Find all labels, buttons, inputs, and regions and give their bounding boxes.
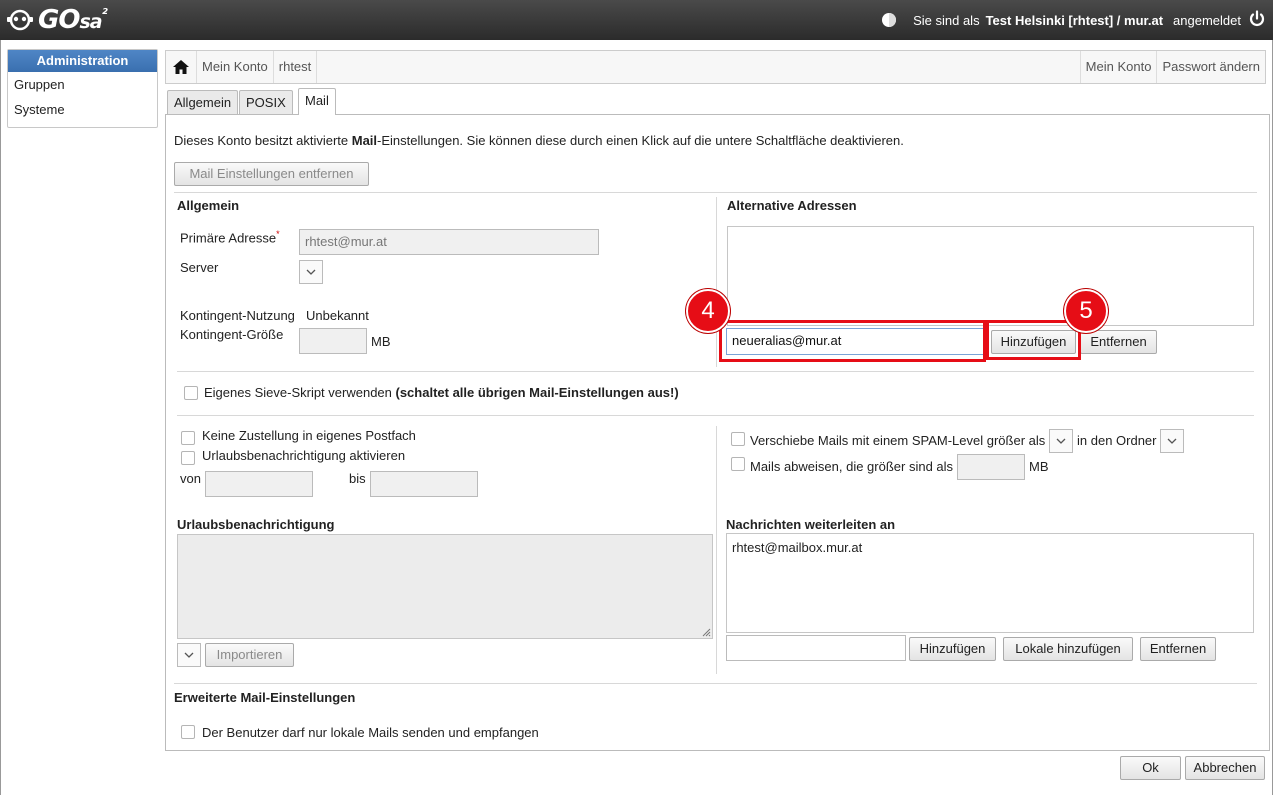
user-info: Sie sind als Test Helsinki [rhtest] / mu… [881, 12, 1241, 28]
add-local-forward-button[interactable]: Lokale hinzufügen [1003, 637, 1133, 661]
remove-alternative-button[interactable]: Entfernen [1080, 330, 1157, 354]
forward-address-input[interactable] [726, 635, 906, 661]
reject-size-checkbox[interactable] [731, 457, 745, 471]
forward-entry[interactable]: rhtest@mailbox.mur.at [732, 540, 862, 555]
chevron-down-icon [1167, 438, 1177, 444]
sidebar-title: Administration [8, 50, 157, 72]
cancel-button[interactable]: Abbrechen [1185, 756, 1265, 780]
forward-section-title: Nachrichten weiterleiten an [726, 517, 896, 532]
alternative-section-title: Alternative Adressen [727, 198, 857, 213]
no-delivery-label: Keine Zustellung in eigenes Postfach [202, 428, 416, 443]
home-button[interactable] [166, 51, 197, 83]
tab-allgemein[interactable]: Allgemein [167, 90, 239, 115]
sidebar: Administration Gruppen Systeme [7, 49, 158, 128]
intro-text: Dieses Konto besitzt aktivierte Mail-Ein… [174, 133, 904, 148]
quota-usage-value: Unbekannt [306, 308, 369, 323]
reject-size-label: Mails abweisen, die größer sind als [750, 459, 954, 474]
divider [174, 192, 1257, 193]
step-marker-5: 5 [1064, 289, 1108, 333]
alternative-address-list[interactable] [727, 226, 1254, 326]
resize-handle-icon[interactable] [702, 628, 711, 637]
vacation-template-select[interactable] [177, 643, 201, 667]
quota-size-input[interactable] [299, 328, 367, 354]
spam-move-label: Verschiebe Mails mit einem SPAM-Level gr… [750, 433, 1046, 448]
ok-button[interactable]: Ok [1120, 756, 1181, 780]
divider [177, 415, 1254, 416]
quota-size-label: Kontingent-Größe [180, 327, 284, 342]
spam-folder-label: in den Ordner [1077, 433, 1157, 448]
tab-mail[interactable]: Mail [298, 88, 336, 115]
general-section-title: Allgemein [177, 198, 240, 213]
breadcrumb-rhtest[interactable]: rhtest [274, 51, 318, 83]
local-only-label: Der Benutzer darf nur lokale Mails sende… [202, 725, 539, 740]
import-button[interactable]: Importieren [205, 643, 294, 667]
user-name: Test Helsinki [rhtest] / mur.at [985, 12, 1164, 28]
moon-icon[interactable] [881, 12, 897, 28]
highlight-add-button [986, 320, 1081, 360]
local-only-checkbox[interactable] [181, 725, 195, 739]
breadcrumb-mein-konto[interactable]: Mein Konto [197, 51, 274, 83]
chevron-down-icon [1056, 438, 1066, 444]
column-divider [716, 197, 717, 367]
vacation-from-input[interactable] [205, 471, 313, 497]
vacation-to-label: bis [349, 471, 366, 486]
spam-level-select[interactable] [1049, 429, 1073, 453]
no-delivery-checkbox[interactable] [181, 431, 195, 445]
user-prefix: Sie sind als [913, 12, 980, 28]
advanced-section-title: Erweiterte Mail-Einstellungen [174, 690, 356, 705]
sieve-checkbox[interactable] [184, 386, 198, 400]
add-forward-button[interactable]: Hinzufügen [909, 637, 996, 661]
quota-usage-label: Kontingent-Nutzung [180, 308, 295, 323]
forward-address-list[interactable]: rhtest@mailbox.mur.at [726, 533, 1254, 633]
highlight-input [719, 320, 986, 362]
chevron-down-icon [306, 269, 316, 275]
quota-unit: MB [371, 334, 391, 349]
reject-size-input[interactable] [957, 454, 1025, 480]
divider [177, 371, 1254, 372]
window-border-left [0, 40, 1, 795]
step-marker-4: 4 [686, 289, 730, 333]
column-divider [716, 426, 717, 674]
primary-address-label: Primäre Adresse* [180, 229, 280, 246]
server-label: Server [180, 260, 219, 275]
logo-text: GOsa² [38, 5, 108, 35]
divider [174, 683, 1257, 684]
spam-folder-select[interactable] [1160, 429, 1184, 453]
logout-icon[interactable] [1248, 10, 1266, 28]
sidebar-item-gruppen[interactable]: Gruppen [8, 72, 157, 97]
remove-mail-settings-button[interactable]: Mail Einstellungen entfernen [174, 162, 369, 186]
vacation-message-textarea[interactable] [177, 534, 713, 639]
breadcrumb-spacer [317, 51, 1081, 83]
vacation-message-title: Urlaubsbenachrichtigung [177, 517, 335, 532]
vacation-checkbox[interactable] [181, 451, 195, 465]
vacation-label: Urlaubsbenachrichtigung aktivieren [202, 448, 406, 463]
breadcrumb-passwort-aendern[interactable]: Passwort ändern [1157, 51, 1265, 83]
spam-move-checkbox[interactable] [731, 432, 745, 446]
user-suffix: angemeldet [1173, 12, 1241, 28]
breadcrumb: Mein Konto rhtest Mein Konto Passwort än… [165, 50, 1266, 84]
sieve-label: Eigenes Sieve-Skript verwenden (schaltet… [204, 385, 679, 400]
primary-address-input[interactable]: rhtest@mur.at [299, 229, 599, 255]
vacation-to-input[interactable] [370, 471, 478, 497]
logo-face-icon [7, 9, 33, 31]
chevron-down-icon [184, 652, 194, 658]
gosa-logo: GOsa² [6, 5, 108, 35]
breadcrumb-right-mein-konto[interactable]: Mein Konto [1081, 51, 1158, 83]
tab-posix[interactable]: POSIX [239, 90, 293, 115]
home-icon [173, 60, 189, 74]
sidebar-item-systeme[interactable]: Systeme [8, 97, 157, 122]
server-select[interactable] [299, 260, 323, 284]
remove-forward-button[interactable]: Entfernen [1140, 637, 1216, 661]
top-bar: GOsa² Sie sind als Test Helsinki [rhtest… [0, 0, 1273, 40]
reject-size-unit: MB [1029, 459, 1049, 474]
vacation-from-label: von [180, 471, 201, 486]
